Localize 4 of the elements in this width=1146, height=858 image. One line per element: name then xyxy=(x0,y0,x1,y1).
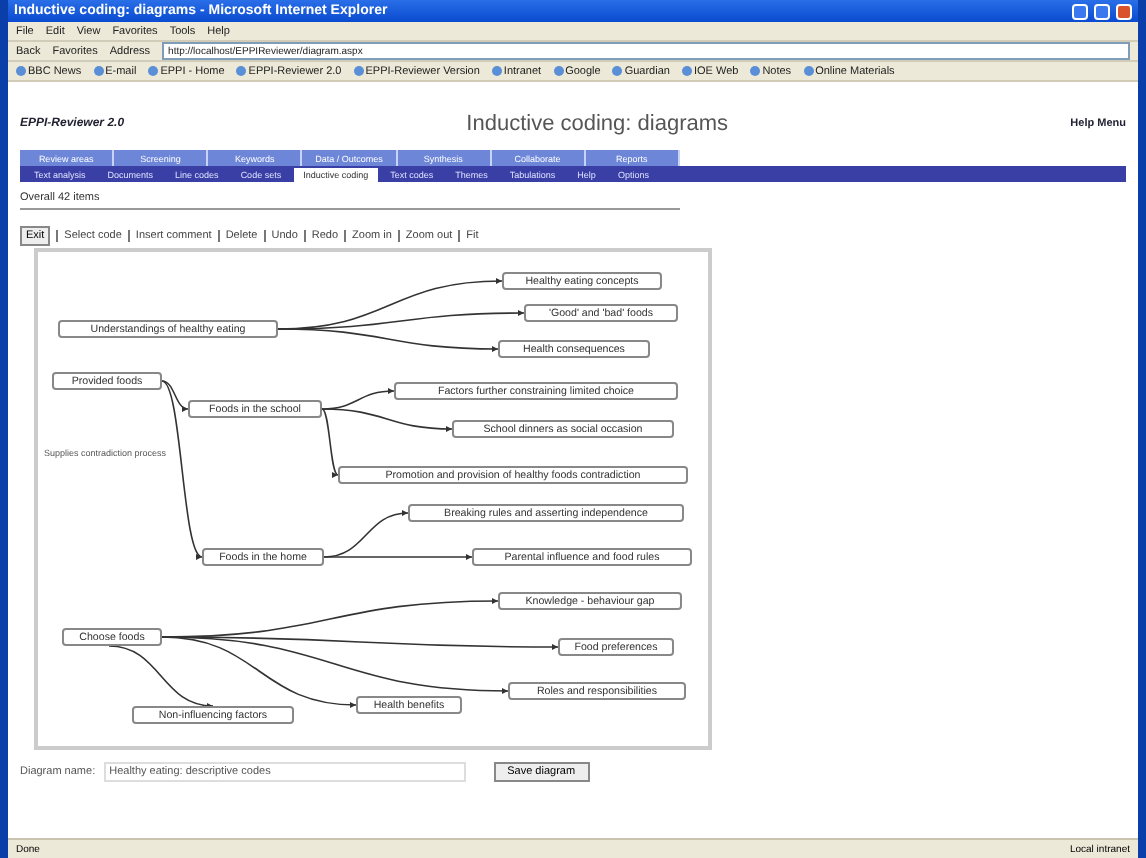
close-icon[interactable] xyxy=(1116,3,1132,19)
minimize-icon[interactable] xyxy=(1072,3,1088,19)
maximize-icon[interactable] xyxy=(1094,3,1110,19)
page-heading: Inductive coding: diagrams xyxy=(466,112,729,136)
